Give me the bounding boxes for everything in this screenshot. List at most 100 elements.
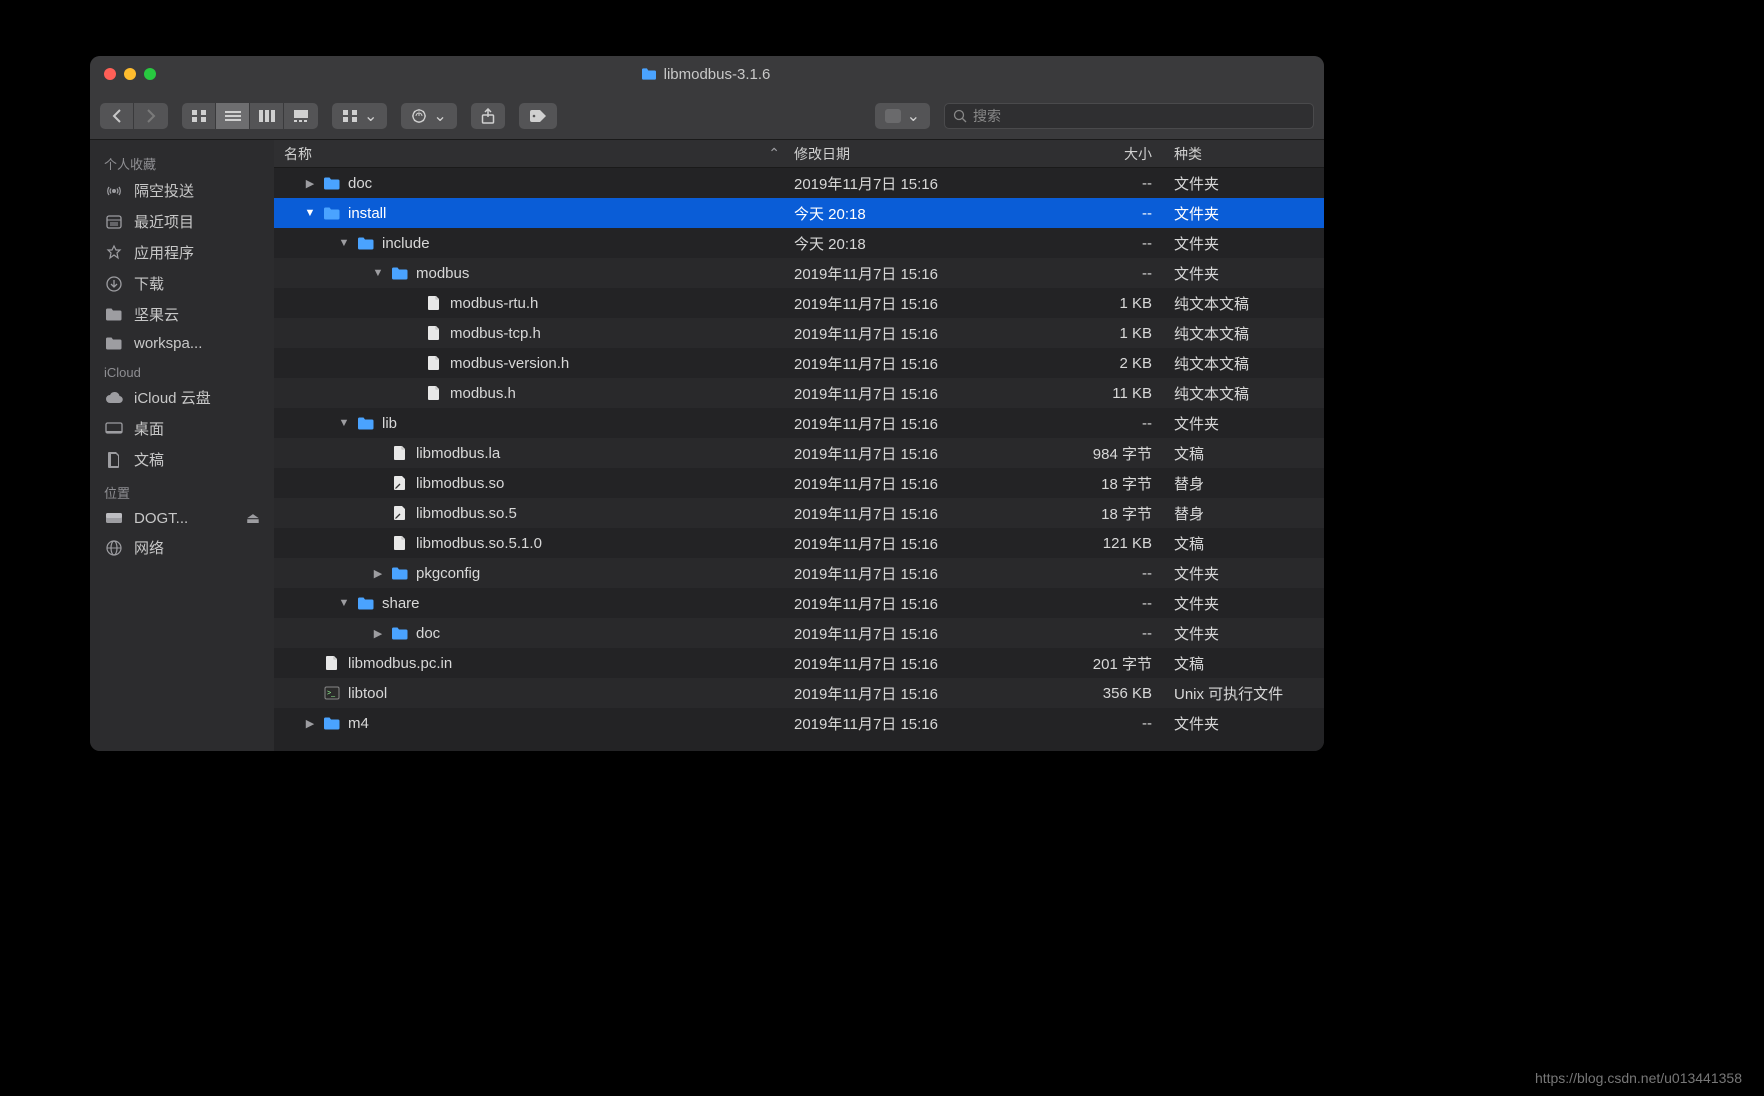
- sidebar-item[interactable]: 文稿: [90, 444, 274, 475]
- folder-icon: [390, 626, 410, 640]
- table-row[interactable]: ▶m42019年11月7日 15:16--文件夹: [274, 708, 1324, 738]
- recents-icon: [104, 213, 124, 231]
- file-icon: [424, 295, 444, 311]
- gallery-view-button[interactable]: [284, 103, 318, 129]
- list-view-button[interactable]: [216, 103, 250, 129]
- share-button[interactable]: [471, 103, 505, 129]
- chevron-down-icon: ⌄: [433, 106, 446, 126]
- table-row[interactable]: ▼include今天 20:18--文件夹: [274, 228, 1324, 258]
- column-headers: 名称 ⌃ 修改日期 大小 种类: [274, 140, 1324, 168]
- sort-indicator-icon: ⌃: [768, 145, 780, 162]
- file-size: 1 KB: [1034, 295, 1174, 312]
- file-size: 121 KB: [1034, 535, 1174, 552]
- search-field[interactable]: [944, 103, 1314, 129]
- table-row[interactable]: libmodbus.pc.in2019年11月7日 15:16201 字节文稿: [274, 648, 1324, 678]
- header-name[interactable]: 名称 ⌃: [274, 144, 794, 164]
- file-date: 2019年11月7日 15:16: [794, 353, 1034, 374]
- file-size: 201 字节: [1034, 653, 1174, 674]
- zoom-window-button[interactable]: [144, 68, 156, 80]
- sidebar-item[interactable]: DOGT...⏏: [90, 504, 274, 532]
- tags-button[interactable]: [519, 103, 557, 129]
- table-row[interactable]: ▼lib2019年11月7日 15:16--文件夹: [274, 408, 1324, 438]
- sidebar-item[interactable]: 桌面: [90, 413, 274, 444]
- downloads-icon: [104, 275, 124, 293]
- table-row[interactable]: modbus-rtu.h2019年11月7日 15:161 KB纯文本文稿: [274, 288, 1324, 318]
- disclosure-triangle-icon[interactable]: ▶: [304, 717, 316, 730]
- header-kind[interactable]: 种类: [1174, 144, 1324, 164]
- table-row[interactable]: ▼install今天 20:18--文件夹: [274, 198, 1324, 228]
- file-size: --: [1034, 625, 1174, 642]
- file-icon: [424, 325, 444, 341]
- minimize-window-button[interactable]: [124, 68, 136, 80]
- file-name: libmodbus.so.5.1.0: [416, 535, 542, 552]
- file-size: --: [1034, 715, 1174, 732]
- file-date: 2019年11月7日 15:16: [794, 323, 1034, 344]
- disclosure-triangle-icon[interactable]: ▼: [372, 267, 384, 279]
- disclosure-triangle-icon[interactable]: ▶: [372, 567, 384, 580]
- table-row[interactable]: ▶doc2019年11月7日 15:16--文件夹: [274, 618, 1324, 648]
- arrange-button[interactable]: ⌄: [332, 103, 387, 129]
- file-icon: [390, 445, 410, 461]
- table-row[interactable]: >_libtool2019年11月7日 15:16356 KBUnix 可执行文…: [274, 678, 1324, 708]
- table-row[interactable]: libmodbus.so.5.1.02019年11月7日 15:16121 KB…: [274, 528, 1324, 558]
- sidebar-item[interactable]: 隔空投送: [90, 175, 274, 206]
- search-input[interactable]: [973, 108, 1305, 124]
- table-row[interactable]: ▶doc2019年11月7日 15:16--文件夹: [274, 168, 1324, 198]
- dropdown-button[interactable]: ⌄: [875, 103, 930, 129]
- file-name: pkgconfig: [416, 565, 480, 582]
- table-row[interactable]: modbus.h2019年11月7日 15:1611 KB纯文本文稿: [274, 378, 1324, 408]
- file-name: libmodbus.pc.in: [348, 655, 452, 672]
- sidebar-item-label: 桌面: [134, 418, 164, 439]
- search-icon: [953, 109, 967, 123]
- header-date[interactable]: 修改日期: [794, 144, 1034, 164]
- eject-icon[interactable]: ⏏: [246, 509, 260, 527]
- file-size: --: [1034, 595, 1174, 612]
- table-row[interactable]: modbus-version.h2019年11月7日 15:162 KB纯文本文…: [274, 348, 1324, 378]
- docs-icon: [104, 451, 124, 469]
- table-row[interactable]: modbus-tcp.h2019年11月7日 15:161 KB纯文本文稿: [274, 318, 1324, 348]
- file-size: 356 KB: [1034, 685, 1174, 702]
- table-row[interactable]: ▼modbus2019年11月7日 15:16--文件夹: [274, 258, 1324, 288]
- watermark-text: https://blog.csdn.net/u013441358: [1535, 1070, 1742, 1086]
- sidebar-item-label: 坚果云: [134, 304, 179, 325]
- forward-button[interactable]: [134, 103, 168, 129]
- file-name: modbus-tcp.h: [450, 325, 541, 342]
- sidebar-item[interactable]: 坚果云: [90, 299, 274, 330]
- sidebar-item[interactable]: iCloud 云盘: [90, 382, 274, 413]
- folder-icon: [356, 596, 376, 610]
- table-row[interactable]: ▶pkgconfig2019年11月7日 15:16--文件夹: [274, 558, 1324, 588]
- sidebar-item[interactable]: workspa...: [90, 330, 274, 357]
- airdrop-icon: [104, 182, 124, 200]
- file-kind: 纯文本文稿: [1174, 383, 1324, 404]
- file-name: share: [382, 595, 420, 612]
- header-size[interactable]: 大小: [1034, 144, 1174, 164]
- table-row[interactable]: libmodbus.so.52019年11月7日 15:1618 字节替身: [274, 498, 1324, 528]
- file-date: 2019年11月7日 15:16: [794, 293, 1034, 314]
- disclosure-triangle-icon[interactable]: ▶: [304, 177, 316, 190]
- sidebar-item[interactable]: 网络: [90, 532, 274, 563]
- sidebar-item[interactable]: 应用程序: [90, 237, 274, 268]
- sidebar: 个人收藏隔空投送最近项目应用程序下载坚果云workspa...iCloudiCl…: [90, 140, 274, 751]
- action-menu-button[interactable]: ⌄: [401, 103, 456, 129]
- disclosure-triangle-icon[interactable]: ▼: [338, 417, 350, 429]
- table-row[interactable]: libmodbus.la2019年11月7日 15:16984 字节文稿: [274, 438, 1324, 468]
- file-kind: 文件夹: [1174, 233, 1324, 254]
- column-view-button[interactable]: [250, 103, 284, 129]
- disclosure-triangle-icon[interactable]: ▼: [338, 597, 350, 609]
- back-button[interactable]: [100, 103, 134, 129]
- table-row[interactable]: libmodbus.so2019年11月7日 15:1618 字节替身: [274, 468, 1324, 498]
- disclosure-triangle-icon[interactable]: ▶: [372, 627, 384, 640]
- disclosure-triangle-icon[interactable]: ▼: [304, 207, 316, 219]
- finder-window: libmodbus-3.1.6 ⌄ ⌄: [90, 56, 1324, 751]
- file-kind: 替身: [1174, 473, 1324, 494]
- sidebar-item[interactable]: 最近项目: [90, 206, 274, 237]
- folder-icon: [104, 336, 124, 351]
- chevron-down-icon: ⌄: [907, 106, 920, 126]
- disclosure-triangle-icon[interactable]: ▼: [338, 237, 350, 249]
- table-row[interactable]: ▼share2019年11月7日 15:16--文件夹: [274, 588, 1324, 618]
- sidebar-item[interactable]: 下载: [90, 268, 274, 299]
- close-window-button[interactable]: [104, 68, 116, 80]
- file-name: modbus.h: [450, 385, 516, 402]
- folder-icon: [104, 307, 124, 322]
- icon-view-button[interactable]: [182, 103, 216, 129]
